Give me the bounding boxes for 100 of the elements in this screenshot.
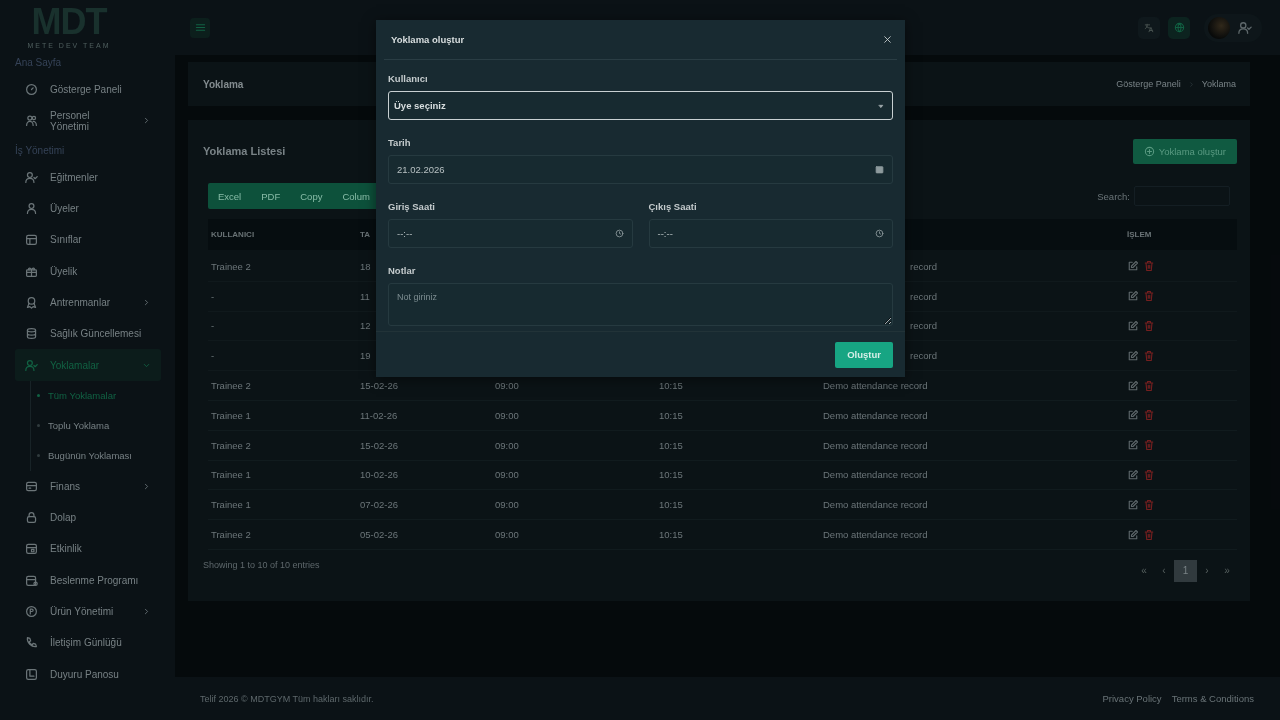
sidebar-item[interactable]: Duyuru Panosu [15,658,161,690]
page-button[interactable]: ‹ [1154,559,1174,582]
edit-button[interactable] [1127,260,1139,273]
edit-button[interactable] [1127,439,1139,452]
chevron-right-icon [142,607,151,616]
date-field[interactable]: 21.02.2026 [388,155,893,184]
field-label: Tarih [388,136,412,150]
sidebar-item[interactable]: Üyeler [15,192,161,225]
edit-button[interactable] [1127,468,1139,481]
sidebar-item[interactable]: Ürün Yönetimi [15,595,161,628]
delete-button[interactable] [1143,320,1155,332]
delete-button[interactable] [1143,409,1155,422]
page-button[interactable]: » [1217,559,1237,582]
modal-title: Yoklama oluştur [391,34,465,45]
sidebar-item[interactable]: Personel Yönetimi [15,105,161,137]
edit-icon [1127,290,1139,303]
export-button[interactable]: PDF [251,183,291,209]
footer-link[interactable]: Terms & Conditions [1171,693,1254,704]
calendar-icon [875,165,884,174]
card-icon [25,479,38,493]
delete-button[interactable] [1143,528,1155,541]
table-cell: Demo attendance record [823,409,928,421]
table-cell: 10:15 [659,529,683,541]
translate-icon [1144,22,1154,33]
trash-icon [1143,349,1155,362]
create-button[interactable]: Yoklama oluştur [1132,138,1237,164]
submit-button[interactable]: Oluştur [835,341,893,368]
sidebar-item[interactable]: Dolap [15,501,161,534]
submenu-item[interactable]: Tüm Yoklamalar [37,380,175,411]
trash-icon [1143,528,1155,541]
edit-button[interactable] [1127,379,1139,392]
delete-button[interactable] [1143,468,1155,481]
user-check-icon [25,358,38,372]
field-label: Kullanıcı [388,72,429,86]
edit-button[interactable] [1127,409,1139,422]
sidebar-item[interactable]: Sınıflar [15,224,161,256]
table-cell: 10:15 [659,380,683,392]
users-icon [25,114,38,128]
sidebar-item[interactable]: Üyelik [15,255,161,287]
submenu-item[interactable]: Bugünün Yoklaması [37,440,175,471]
board-icon [25,667,38,681]
field-label: Giriş Saati [388,200,436,214]
export-button[interactable]: Copy [290,183,333,209]
delete-button[interactable] [1143,260,1155,273]
calendar-icon [25,233,38,247]
delete-button[interactable] [1143,439,1155,452]
trash-icon [1143,439,1155,452]
edit-button[interactable] [1127,498,1139,511]
translate-button[interactable] [1138,16,1160,39]
sidebar-item[interactable]: Eğitmenler [15,161,161,193]
profile-chip[interactable] [1204,13,1262,42]
menu-button[interactable] [190,17,210,38]
member-select[interactable]: Üye seçiniz [388,91,893,120]
sidebar-item[interactable]: İletişim Günlüğü [15,627,161,659]
delete-button[interactable] [1143,290,1155,303]
edit-button[interactable] [1127,290,1139,303]
export-button[interactable]: Colum [332,183,380,209]
submenu-item[interactable]: Toplu Yoklama [37,410,175,441]
table-cell: record [910,350,937,362]
sidebar-item[interactable]: Beslenme Programı [15,564,161,596]
edit-button[interactable] [1127,349,1139,362]
time-field[interactable]: --:-- [388,219,633,248]
column-header: KULLANICI [211,230,255,239]
edit-button[interactable] [1127,528,1139,541]
table-cell: Demo attendance record [823,380,928,392]
delete-button[interactable] [1143,379,1155,392]
chevron-right-icon [142,116,151,126]
page-button[interactable]: › [1197,559,1217,582]
trash-icon [1143,409,1155,422]
sidebar-item[interactable]: Antrenmanlar [15,286,161,319]
user-check-icon [1238,20,1252,35]
sidebar-item[interactable]: Sağlık Güncellemesi [15,318,161,350]
trash-icon [1143,468,1155,481]
phone-icon [25,636,38,650]
calendar-icon [25,573,38,587]
table-cell: 10-02-26 [360,469,399,481]
clock-icon [875,229,884,238]
globe-button[interactable] [1168,16,1190,39]
delete-button[interactable] [1143,498,1155,511]
footer-link[interactable]: Privacy Policy [1102,693,1162,704]
edit-icon [1127,320,1139,332]
close-button[interactable] [883,35,892,44]
sidebar-item[interactable]: Finans [15,470,161,502]
trash-icon [1143,290,1155,303]
chevron-right-icon [142,297,151,307]
trash-icon [1143,498,1155,511]
export-button[interactable]: Excel [208,183,252,209]
menu-icon [194,22,206,33]
page-button[interactable]: « [1134,559,1154,582]
sidebar-item[interactable]: Gösterge Paneli [15,74,161,106]
notes-field[interactable]: Not giriniz [388,283,893,326]
delete-button[interactable] [1143,349,1155,362]
avatar [1208,16,1230,39]
breadcrumb-item[interactable]: Gösterge Paneli [1116,79,1181,89]
sidebar-item[interactable]: Etkinlik [15,533,161,565]
table-cell: - [211,320,215,332]
page-button[interactable]: 1 [1174,559,1197,582]
time-field[interactable]: --:-- [648,219,893,248]
edit-button[interactable] [1127,320,1139,332]
user-icon [25,202,38,216]
